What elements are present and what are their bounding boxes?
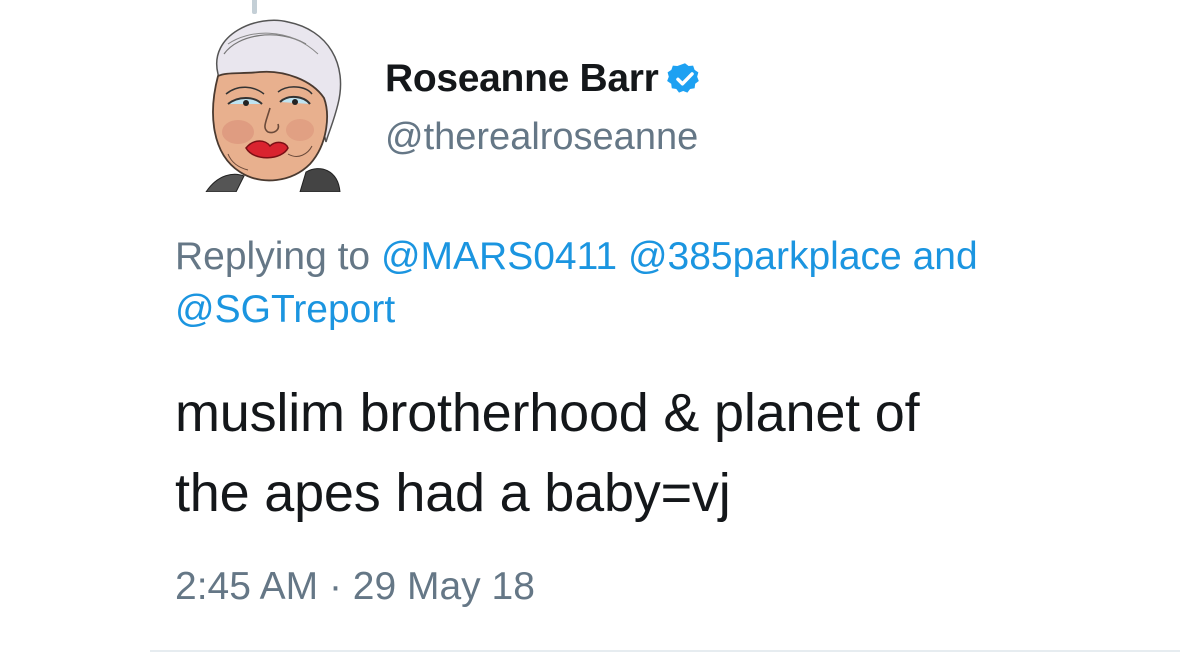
mention-link[interactable]: @MARS0411 xyxy=(381,235,617,278)
timestamp-separator: · xyxy=(328,565,342,608)
mention-link[interactable]: @385parkplace xyxy=(628,235,902,278)
mention-conjunction[interactable]: and xyxy=(913,235,978,278)
thread-connector-line xyxy=(252,0,257,14)
avatar[interactable] xyxy=(188,14,348,192)
tweet-time[interactable]: 2:45 AM xyxy=(175,565,318,608)
tweet-text-line: muslim brotherhood & planet of xyxy=(175,383,920,443)
author-name-row[interactable]: Roseanne Barr xyxy=(385,56,703,102)
verified-badge-icon xyxy=(666,63,699,93)
divider xyxy=(150,650,1180,652)
replying-to-label: Replying to xyxy=(175,235,371,278)
tweet-text-line: the apes had a baby=vj xyxy=(175,463,731,523)
mention-link[interactable]: @SGTreport xyxy=(175,288,395,331)
tweet-timestamp[interactable]: 2:45 AM · 29 May 18 xyxy=(175,565,535,609)
user-handle[interactable]: @therealroseanne xyxy=(385,116,698,159)
display-name[interactable]: Roseanne Barr xyxy=(385,57,659,101)
tweet-date[interactable]: 29 May 18 xyxy=(353,565,535,608)
replying-to-line: Replying to @MARS0411 @385parkplace and … xyxy=(175,230,1165,336)
tweet-text: muslim brotherhood & planet of the apes … xyxy=(175,373,1175,533)
